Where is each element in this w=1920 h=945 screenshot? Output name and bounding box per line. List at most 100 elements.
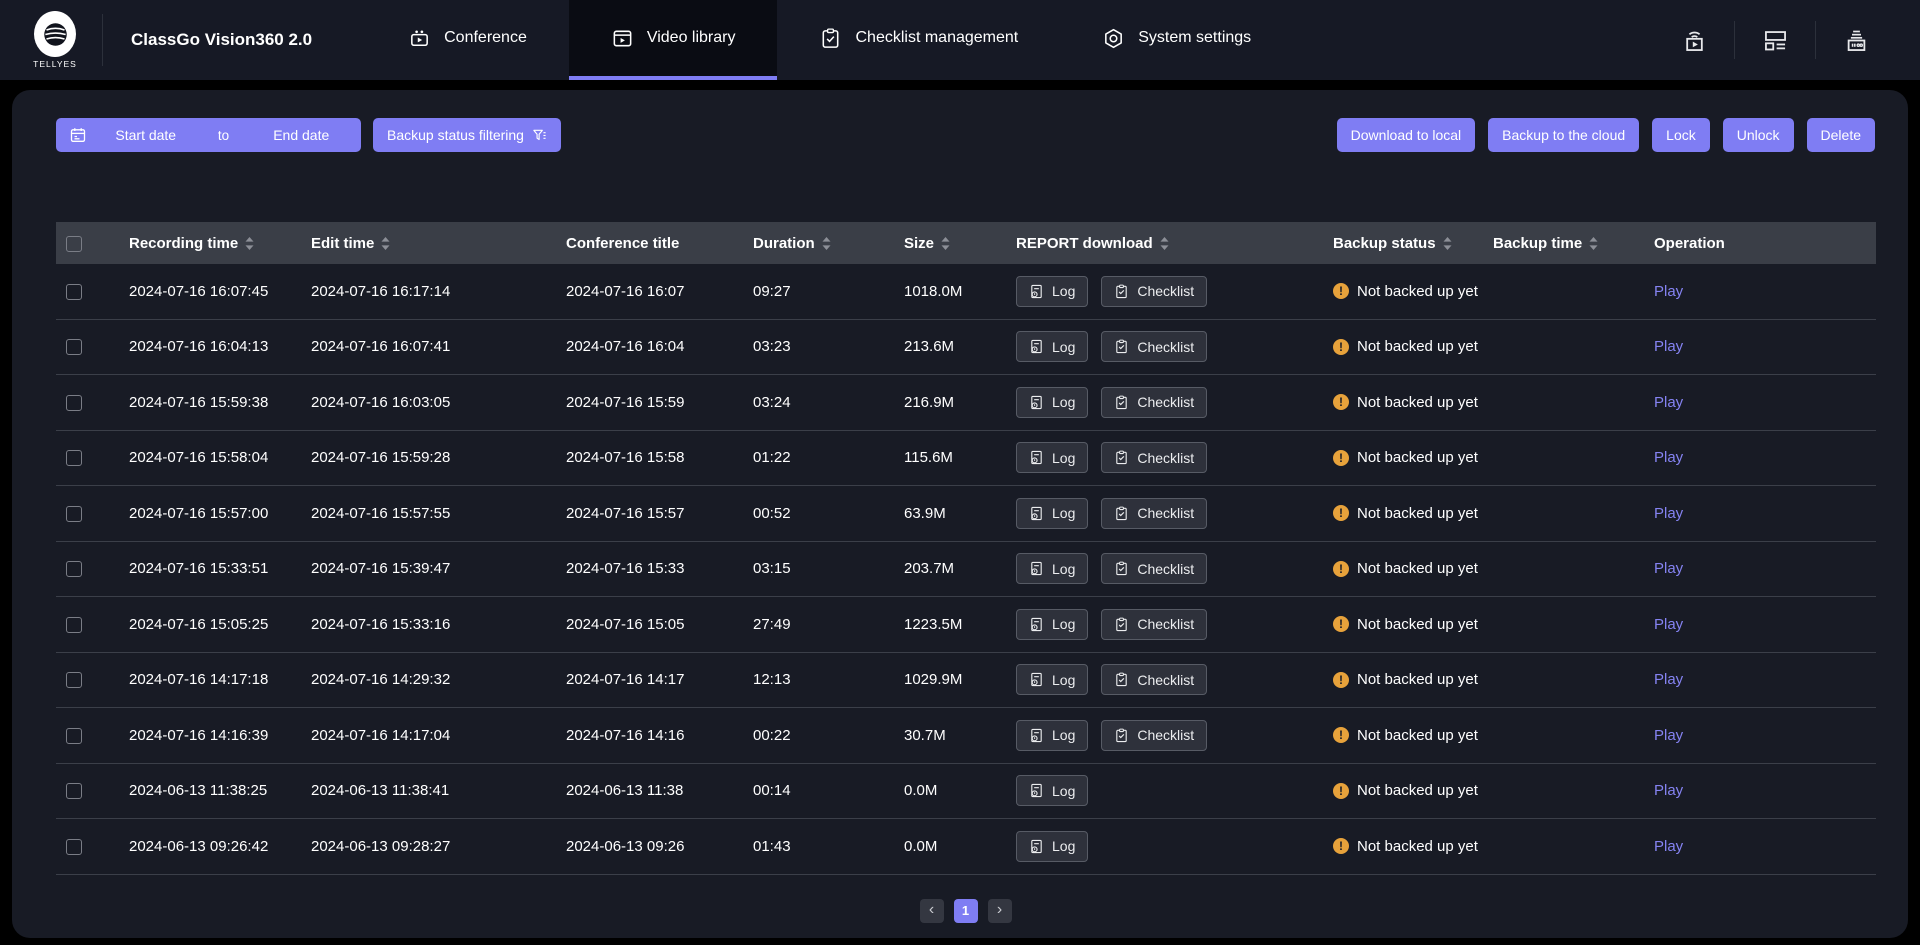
- play-link[interactable]: Play: [1654, 394, 1683, 411]
- next-page-button[interactable]: ›: [988, 899, 1012, 923]
- cell-report-download: Log Checklist: [1004, 264, 1321, 319]
- play-link[interactable]: Play: [1654, 505, 1683, 522]
- tab-conference[interactable]: Conference: [366, 0, 569, 80]
- table-header-row: Recording time Edit time Conference titl…: [56, 222, 1876, 264]
- checklist-button-label: Checklist: [1137, 561, 1194, 577]
- log-button[interactable]: Log: [1016, 276, 1088, 307]
- play-link[interactable]: Play: [1654, 616, 1683, 633]
- play-link[interactable]: Play: [1654, 338, 1683, 355]
- log-button[interactable]: Log: [1016, 831, 1088, 862]
- sort-icon[interactable]: [1160, 237, 1169, 250]
- sort-icon[interactable]: [1443, 237, 1452, 250]
- log-button-label: Log: [1052, 561, 1075, 577]
- cell-recording-time: 2024-07-16 16:07:45: [117, 264, 299, 319]
- cell-backup-time: [1481, 763, 1642, 819]
- log-button-label: Log: [1052, 505, 1075, 521]
- cast-button[interactable]: [1654, 27, 1734, 54]
- row-checkbox[interactable]: [66, 617, 82, 633]
- checklist-button[interactable]: Checklist: [1101, 331, 1207, 362]
- warning-icon: !: [1333, 339, 1349, 355]
- play-link[interactable]: Play: [1654, 782, 1683, 799]
- tab-label: Video library: [647, 29, 736, 47]
- backup-status-text: Not backed up yet: [1357, 283, 1478, 300]
- layout-button[interactable]: [1735, 27, 1815, 54]
- delete-button[interactable]: Delete: [1807, 118, 1875, 152]
- sort-icon[interactable]: [941, 237, 950, 250]
- prev-page-button[interactable]: ‹: [920, 899, 944, 923]
- log-button-label: Log: [1052, 283, 1075, 299]
- clipboard-check-icon: [1114, 506, 1129, 521]
- cell-report-download: Log Checklist: [1004, 430, 1321, 486]
- row-checkbox[interactable]: [66, 728, 82, 744]
- log-button[interactable]: Log: [1016, 553, 1088, 584]
- checklist-button[interactable]: Checklist: [1101, 276, 1207, 307]
- log-button[interactable]: Log: [1016, 387, 1088, 418]
- row-checkbox[interactable]: [66, 839, 82, 855]
- log-button-label: Log: [1052, 672, 1075, 688]
- unlock-button[interactable]: Unlock: [1723, 118, 1794, 152]
- lock-button[interactable]: Lock: [1652, 118, 1710, 152]
- log-button[interactable]: Log: [1016, 442, 1088, 473]
- backup-to-cloud-button[interactable]: Backup to the cloud: [1488, 118, 1639, 152]
- row-checkbox[interactable]: [66, 672, 82, 688]
- checklist-button[interactable]: Checklist: [1101, 498, 1207, 529]
- topbar-right-icons: [1654, 0, 1896, 80]
- cell-duration: 00:52: [741, 486, 892, 542]
- storage-button[interactable]: [1816, 27, 1896, 54]
- sort-icon[interactable]: [822, 237, 831, 250]
- cell-recording-time: 2024-07-16 15:59:38: [117, 375, 299, 431]
- row-checkbox[interactable]: [66, 339, 82, 355]
- current-page-button[interactable]: 1: [954, 899, 978, 923]
- tab-system-settings[interactable]: System settings: [1060, 0, 1293, 80]
- cell-operation: Play: [1642, 597, 1876, 653]
- log-button[interactable]: Log: [1016, 664, 1088, 695]
- sort-icon[interactable]: [381, 237, 390, 250]
- log-button[interactable]: Log: [1016, 775, 1088, 806]
- checklist-button[interactable]: Checklist: [1101, 553, 1207, 584]
- checklist-button[interactable]: Checklist: [1101, 387, 1207, 418]
- main-tabs: Conference Video library Checklist manag…: [366, 0, 1293, 80]
- play-link[interactable]: Play: [1654, 283, 1683, 300]
- end-date-placeholder[interactable]: End date: [242, 127, 362, 143]
- checklist-button[interactable]: Checklist: [1101, 720, 1207, 751]
- backup-status-text: Not backed up yet: [1357, 449, 1478, 466]
- date-range-picker[interactable]: Start date to End date: [56, 118, 361, 152]
- log-button[interactable]: Log: [1016, 720, 1088, 751]
- log-button[interactable]: Log: [1016, 331, 1088, 362]
- cell-operation: Play: [1642, 541, 1876, 597]
- checklist-button[interactable]: Checklist: [1101, 664, 1207, 695]
- row-checkbox[interactable]: [66, 561, 82, 577]
- backup-status-text: Not backed up yet: [1357, 838, 1478, 855]
- tab-video-library[interactable]: Video library: [569, 0, 778, 80]
- log-file-icon: [1029, 728, 1044, 743]
- start-date-placeholder[interactable]: Start date: [86, 127, 206, 143]
- backup-status-filter-button[interactable]: Backup status filtering: [373, 118, 561, 152]
- checklist-button[interactable]: Checklist: [1101, 609, 1207, 640]
- play-link[interactable]: Play: [1654, 449, 1683, 466]
- log-button[interactable]: Log: [1016, 498, 1088, 529]
- sort-icon[interactable]: [1589, 237, 1598, 250]
- sort-icon[interactable]: [245, 237, 254, 250]
- play-link[interactable]: Play: [1654, 838, 1683, 855]
- play-link[interactable]: Play: [1654, 727, 1683, 744]
- tab-checklist-management[interactable]: Checklist management: [777, 0, 1060, 80]
- download-to-local-button[interactable]: Download to local: [1337, 118, 1476, 152]
- select-all-checkbox[interactable]: [66, 236, 82, 252]
- log-button[interactable]: Log: [1016, 609, 1088, 640]
- checklist-button[interactable]: Checklist: [1101, 442, 1207, 473]
- cell-backup-time: [1481, 708, 1642, 764]
- play-link[interactable]: Play: [1654, 671, 1683, 688]
- cell-conference-title: 2024-07-16 14:17: [554, 652, 741, 708]
- row-checkbox[interactable]: [66, 506, 82, 522]
- play-link[interactable]: Play: [1654, 560, 1683, 577]
- row-checkbox[interactable]: [66, 450, 82, 466]
- warning-icon: !: [1333, 394, 1349, 410]
- cell-size: 1018.0M: [892, 264, 1004, 319]
- warning-icon: !: [1333, 838, 1349, 854]
- cell-size: 63.9M: [892, 486, 1004, 542]
- cell-conference-title: 2024-07-16 15:33: [554, 541, 741, 597]
- settings-gear-icon: [1102, 27, 1125, 50]
- row-checkbox[interactable]: [66, 783, 82, 799]
- row-checkbox[interactable]: [66, 395, 82, 411]
- row-checkbox[interactable]: [66, 284, 82, 300]
